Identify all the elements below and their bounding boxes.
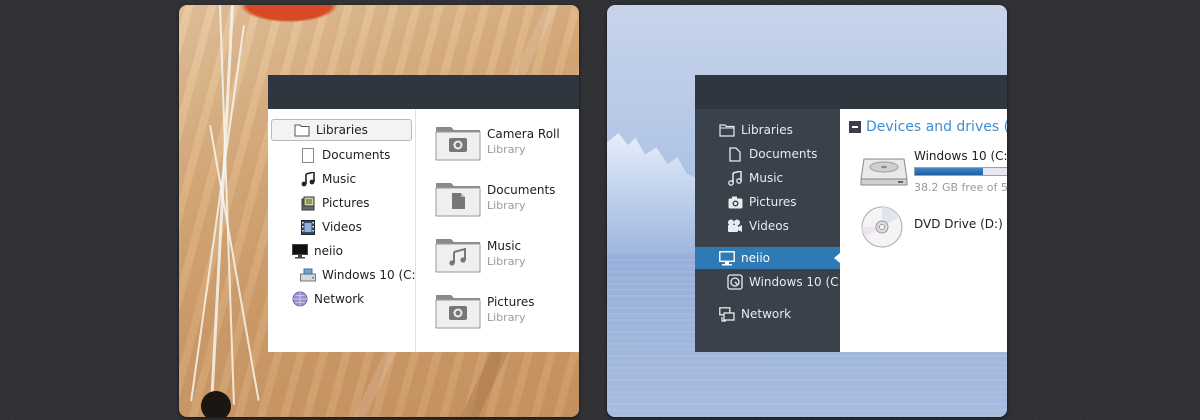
wallpaper-preview-dark: Libraries Documents Music Pictures Video… — [607, 5, 1007, 417]
folder-icon — [294, 122, 310, 138]
music-note-icon — [727, 170, 743, 186]
film-icon — [300, 219, 316, 235]
nav-label: Pictures — [322, 196, 370, 210]
globe-icon — [292, 291, 308, 307]
nav-label: Libraries — [741, 123, 793, 137]
nav-label: Documents — [322, 148, 391, 162]
drive-free-space: 38.2 GB free of 59. — [914, 181, 1007, 194]
title-bar[interactable] — [268, 75, 579, 109]
drive-name: DVD Drive (D:) — [914, 217, 1003, 231]
drive-icon — [300, 267, 316, 283]
nav-label: Documents — [749, 147, 818, 161]
camera-icon — [727, 194, 743, 210]
drive-windows[interactable]: Windows 10 (C:) 38.2 GB free of 59. — [860, 147, 1007, 194]
nav-item-neiio[interactable]: neiio — [292, 240, 343, 262]
library-name: Music — [487, 239, 522, 253]
library-tile-music[interactable]: Music Library — [435, 235, 575, 285]
explorer-window-light: Libraries Documents Music Pictures Video… — [268, 75, 579, 352]
library-name: Camera Roll — [487, 127, 560, 141]
pictures-icon — [300, 195, 316, 211]
document-icon — [300, 147, 316, 163]
library-type: Library — [487, 199, 526, 212]
title-bar[interactable] — [695, 75, 1007, 109]
video-camera-icon — [727, 218, 743, 234]
dvd-disc-icon — [860, 205, 908, 249]
network-icon — [719, 306, 735, 322]
nav-label: Windows 10 (C:) — [749, 275, 848, 289]
nav-label: Music — [749, 171, 784, 185]
nav-item-libraries[interactable]: Libraries — [695, 119, 840, 141]
document-icon — [727, 146, 743, 162]
nav-label: neiio — [314, 244, 343, 258]
navigation-pane: Libraries Documents Music Pictures Video… — [268, 109, 420, 352]
nav-item-music[interactable]: Music — [695, 167, 840, 189]
nav-item-documents[interactable]: Documents — [695, 143, 840, 165]
nav-item-network[interactable]: Network — [695, 303, 840, 325]
drive-usage-bar — [914, 167, 1007, 176]
navigation-pane: Libraries Documents Music Pictures Video… — [695, 109, 847, 352]
nav-item-documents[interactable]: Documents — [300, 144, 390, 166]
library-type: Library — [487, 255, 526, 268]
nav-label: Network — [741, 307, 792, 321]
collapse-icon[interactable] — [849, 121, 861, 133]
nav-item-music[interactable]: Music — [300, 168, 356, 190]
library-tile-pictures[interactable]: Pictures Library — [435, 291, 575, 341]
drive-name: Windows 10 (C:) — [914, 149, 1007, 163]
library-name: Pictures — [487, 295, 535, 309]
library-tile-documents[interactable]: Documents Library — [435, 179, 575, 229]
nav-item-videos[interactable]: Videos — [695, 215, 840, 237]
nav-label: Libraries — [316, 123, 368, 137]
music-note-icon — [300, 171, 316, 187]
nav-label: Windows 10 (C:) — [322, 268, 421, 282]
nav-item-pictures[interactable]: Pictures — [300, 192, 370, 214]
hard-drive-icon — [860, 147, 908, 191]
monitor-icon — [719, 250, 735, 266]
camera-icon — [435, 291, 481, 329]
library-tile-camera-roll[interactable]: Camera Roll Library — [435, 123, 575, 173]
libraries-content: Camera Roll Library Documents Library Mu… — [416, 109, 579, 352]
library-name: Documents — [487, 183, 556, 197]
camera-icon — [435, 123, 481, 161]
devices-group-header[interactable]: Devices and drives (2) — [849, 119, 1007, 135]
nav-label: Pictures — [749, 195, 797, 209]
nav-item-windows-drive[interactable]: Windows 10 (C:) — [300, 264, 420, 286]
nav-label: Network — [314, 292, 365, 306]
drive-usage-fill — [915, 168, 984, 175]
wallpaper-preview-light: Libraries Documents Music Pictures Video… — [179, 5, 579, 417]
library-type: Library — [487, 311, 526, 324]
explorer-window-dark: Libraries Documents Music Pictures Video… — [695, 75, 1007, 352]
nav-item-libraries[interactable]: Libraries — [271, 119, 412, 141]
library-type: Library — [487, 143, 526, 156]
nav-item-neiio[interactable]: neiio — [695, 247, 840, 269]
nav-label: neiio — [741, 251, 770, 265]
nav-item-videos[interactable]: Videos — [300, 216, 362, 238]
nav-item-network[interactable]: Network — [292, 288, 364, 310]
drive-dvd[interactable]: DVD Drive (D:) — [860, 205, 1007, 251]
group-title: Devices and drives (2) — [866, 119, 1007, 135]
nav-item-windows-drive[interactable]: Windows 10 (C:) — [695, 271, 847, 293]
nav-label: Videos — [322, 220, 362, 234]
music-note-icon — [435, 235, 481, 273]
drives-content: Devices and drives (2) Windows 10 (C:) 3… — [840, 109, 1007, 352]
monitor-icon — [292, 243, 308, 259]
drive-icon — [727, 274, 743, 290]
document-icon — [435, 179, 481, 217]
nav-label: Videos — [749, 219, 789, 233]
folder-icon — [719, 122, 735, 138]
nav-item-pictures[interactable]: Pictures — [695, 191, 840, 213]
nav-label: Music — [322, 172, 357, 186]
